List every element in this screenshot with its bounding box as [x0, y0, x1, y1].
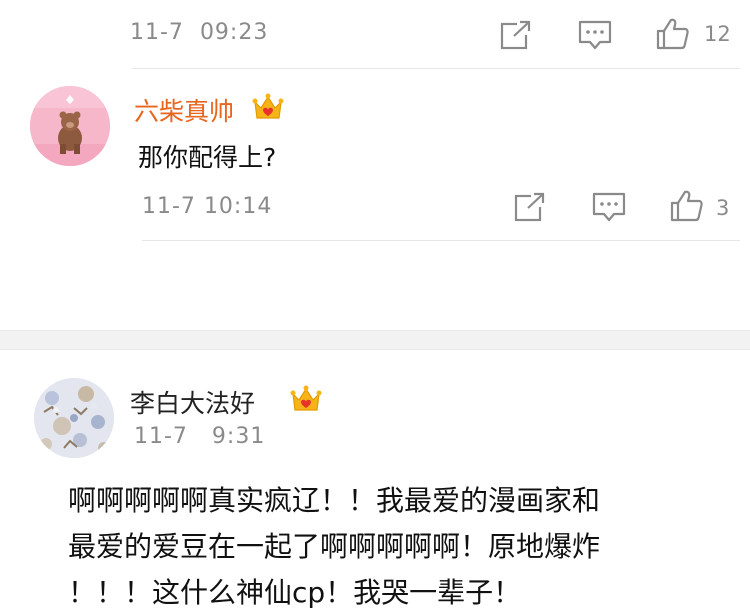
post-text-line: ！！！这什么神仙cp！我哭一辈子！ — [68, 576, 522, 609]
comment-text: 那你配得上? — [138, 143, 277, 172]
like-icon[interactable] — [670, 189, 704, 223]
divider — [142, 240, 740, 241]
post-text-line: 最爱的爱豆在一起了啊啊啊啊啊！原地爆炸 — [68, 530, 601, 563]
comment-icon[interactable] — [578, 20, 612, 50]
share-icon[interactable] — [500, 20, 532, 50]
avatar-image — [34, 378, 114, 458]
post-text-line: 啊啊啊啊啊真实疯辽！！我最爱的漫画家和 — [68, 484, 601, 517]
avatar-image — [30, 86, 110, 166]
like-count: 12 — [704, 22, 731, 46]
section-separator — [0, 330, 750, 350]
like-count: 3 — [716, 196, 730, 220]
vip-crown-icon — [290, 385, 322, 411]
post-date: 11-7 9:31 — [134, 424, 266, 449]
comment-date: 11-7 09:23 — [130, 20, 269, 45]
avatar[interactable] — [30, 86, 110, 166]
share-icon[interactable] — [514, 192, 546, 222]
vip-crown-icon — [252, 93, 284, 119]
avatar[interactable] — [34, 378, 114, 458]
comment-icon[interactable] — [592, 192, 626, 222]
username[interactable]: 六柴真帅 — [134, 92, 234, 128]
comment-date: 11-7 10:14 — [142, 194, 273, 219]
username[interactable]: 李白大法好 — [130, 384, 255, 420]
divider — [132, 68, 740, 69]
like-icon[interactable] — [656, 17, 690, 51]
